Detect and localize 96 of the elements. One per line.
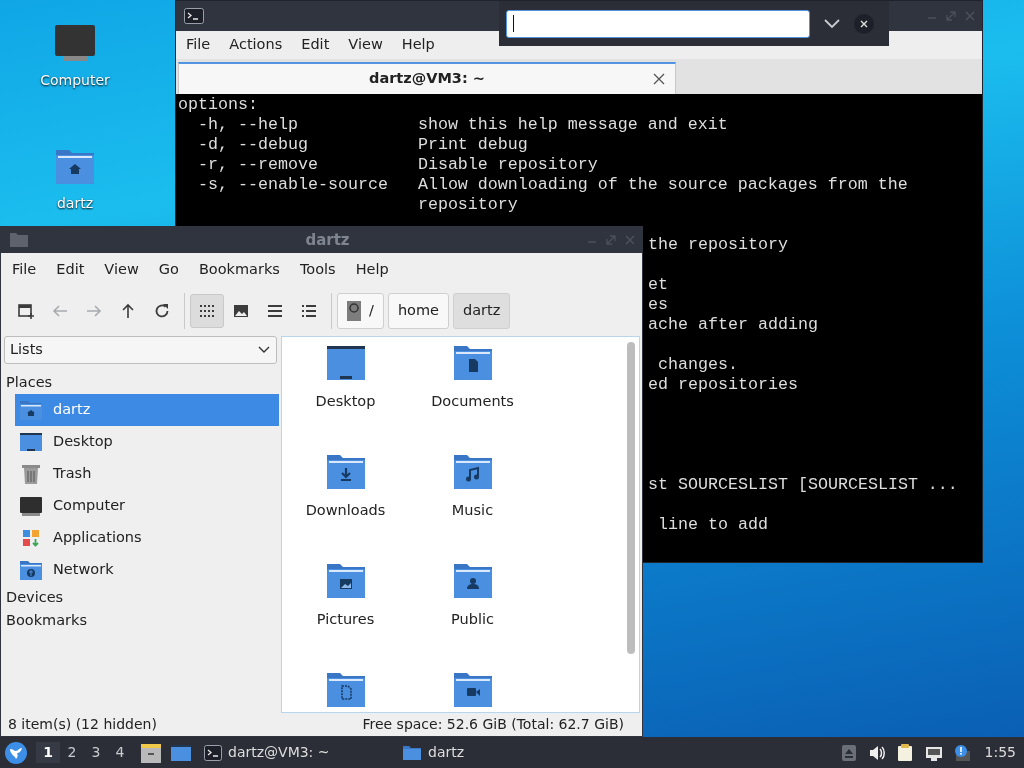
file-name[interactable]: Pictures xyxy=(316,609,375,631)
terminal-line: -r, --remove Disable repository xyxy=(197,155,599,175)
menu-item[interactable]: File xyxy=(12,258,37,281)
file-folder-icon[interactable] xyxy=(324,670,367,710)
chevron-down-icon[interactable] xyxy=(824,18,840,29)
workspace-button[interactable]: 1 xyxy=(36,742,60,763)
sidebar-item[interactable]: Trash xyxy=(15,458,279,490)
path-button[interactable]: / xyxy=(337,293,384,329)
status-text: 8 item(s) (12 hidden) xyxy=(8,715,157,734)
scrollbar-thumb[interactable] xyxy=(627,342,635,654)
search-field[interactable] xyxy=(506,9,810,38)
window-title: dartz xyxy=(304,229,351,251)
clock[interactable]: 1:55 xyxy=(984,742,1016,763)
terminal-line: es xyxy=(648,295,668,314)
monitor-icon[interactable] xyxy=(324,343,367,383)
menu-item[interactable]: Bookmarks xyxy=(198,258,280,281)
lines-icon xyxy=(266,302,284,320)
side-pane-dropdown[interactable]: Lists xyxy=(4,336,277,364)
monitor-icon xyxy=(19,431,43,453)
start-menu-icon[interactable] xyxy=(4,740,28,765)
menu-item[interactable]: Help xyxy=(401,34,435,56)
list-icon xyxy=(300,302,318,320)
free-space-text: Free space: 52.6 GiB (Total: 62.7 GiB) xyxy=(362,715,624,734)
terminal-icon xyxy=(204,744,222,761)
terminal-line: line to add xyxy=(657,515,768,534)
terminal-line: ed repositories xyxy=(648,375,798,394)
terminal-line: changes. xyxy=(657,355,738,374)
menu-item[interactable]: Edit xyxy=(301,34,330,56)
home-folder-icon[interactable] xyxy=(54,147,96,187)
person-folder-icon[interactable] xyxy=(451,561,494,601)
workspace-button[interactable]: 2 xyxy=(60,742,84,763)
window-plus-icon xyxy=(17,302,35,320)
close-icon[interactable] xyxy=(653,73,665,85)
icon-view-button[interactable] xyxy=(190,294,224,328)
menu-item[interactable]: Go xyxy=(158,258,179,281)
file-name[interactable]: Desktop xyxy=(315,391,376,413)
section-header: Bookmarks xyxy=(5,611,87,630)
sidebar-item[interactable]: Network xyxy=(15,554,279,586)
workspace-button[interactable]: 4 xyxy=(108,742,132,763)
terminal-icon[interactable] xyxy=(184,8,204,24)
video-folder-icon[interactable] xyxy=(451,670,494,710)
image-icon xyxy=(232,302,250,320)
menu-item[interactable]: View xyxy=(348,34,383,56)
path-button[interactable]: home xyxy=(387,293,449,329)
menu-item[interactable]: Actions xyxy=(229,34,283,56)
volume-icon[interactable] xyxy=(868,743,887,762)
close-button[interactable] xyxy=(854,13,874,34)
sidebar-item[interactable]: Applications xyxy=(15,522,279,554)
network-folder-icon xyxy=(19,559,43,581)
music-folder-icon[interactable] xyxy=(451,452,494,492)
sidebar-item[interactable]: Desktop xyxy=(15,426,279,458)
terminal-line: the repository xyxy=(648,235,788,254)
menu-item[interactable]: Help xyxy=(355,258,389,281)
download-folder-icon[interactable] xyxy=(324,452,367,492)
folder-icon xyxy=(402,744,422,761)
terminal-tab[interactable]: dartz@VM3: ~ xyxy=(178,62,676,94)
file-name[interactable]: Downloads xyxy=(305,500,386,522)
taskbar-task[interactable]: dartz@VM3: ~ xyxy=(200,737,398,768)
image-folder-icon[interactable] xyxy=(324,561,367,601)
terminal-line: et xyxy=(648,275,668,294)
grid-icon xyxy=(198,302,216,320)
menu-item[interactable]: View xyxy=(104,258,139,281)
notification-icon[interactable] xyxy=(952,743,971,762)
reload-icon xyxy=(153,302,171,320)
terminal-line: -d, --debug Print debug xyxy=(197,135,529,155)
sidebar-item[interactable]: Computer xyxy=(15,490,279,522)
menu-item[interactable]: Tools xyxy=(299,258,336,281)
file-name[interactable]: Documents xyxy=(431,391,514,413)
terminal-line: st SOURCESLIST [SOURCESLIST ... xyxy=(648,475,958,494)
close-icon xyxy=(860,19,868,28)
text-cursor xyxy=(513,15,514,32)
chevron-down-icon xyxy=(258,346,270,354)
file-name[interactable]: Music xyxy=(451,500,494,522)
terminal-line: ache after adding xyxy=(648,315,818,334)
computer-icon xyxy=(19,495,43,517)
terminal-line: -s, --enable-source Allow downloading of the source packages from the xyxy=(197,175,909,195)
document-folder-icon[interactable] xyxy=(451,343,494,383)
section-header: Devices xyxy=(5,588,64,607)
terminal-line: options: xyxy=(178,95,259,115)
drawer-icon[interactable] xyxy=(140,741,162,764)
terminal-line: -h, --help show this help message and exit xyxy=(197,115,729,135)
eject-icon[interactable] xyxy=(840,743,859,762)
menu-item[interactable]: File xyxy=(186,34,211,56)
clipboard-icon[interactable] xyxy=(896,743,915,762)
terminal-line: repository xyxy=(416,195,519,215)
section-header: Places xyxy=(5,373,53,392)
computer-icon[interactable] xyxy=(54,24,96,64)
menu-item[interactable]: Edit xyxy=(56,258,85,281)
taskbar-task[interactable]: dartz xyxy=(398,737,596,768)
sidebar-item[interactable]: dartz xyxy=(15,394,279,426)
home-folder-icon xyxy=(19,399,43,421)
workspace-button[interactable]: 3 xyxy=(84,742,108,763)
trash-icon xyxy=(19,463,43,485)
drive-icon xyxy=(347,301,361,321)
file-name[interactable]: Public xyxy=(451,609,494,631)
path-button[interactable]: dartz xyxy=(453,293,511,329)
